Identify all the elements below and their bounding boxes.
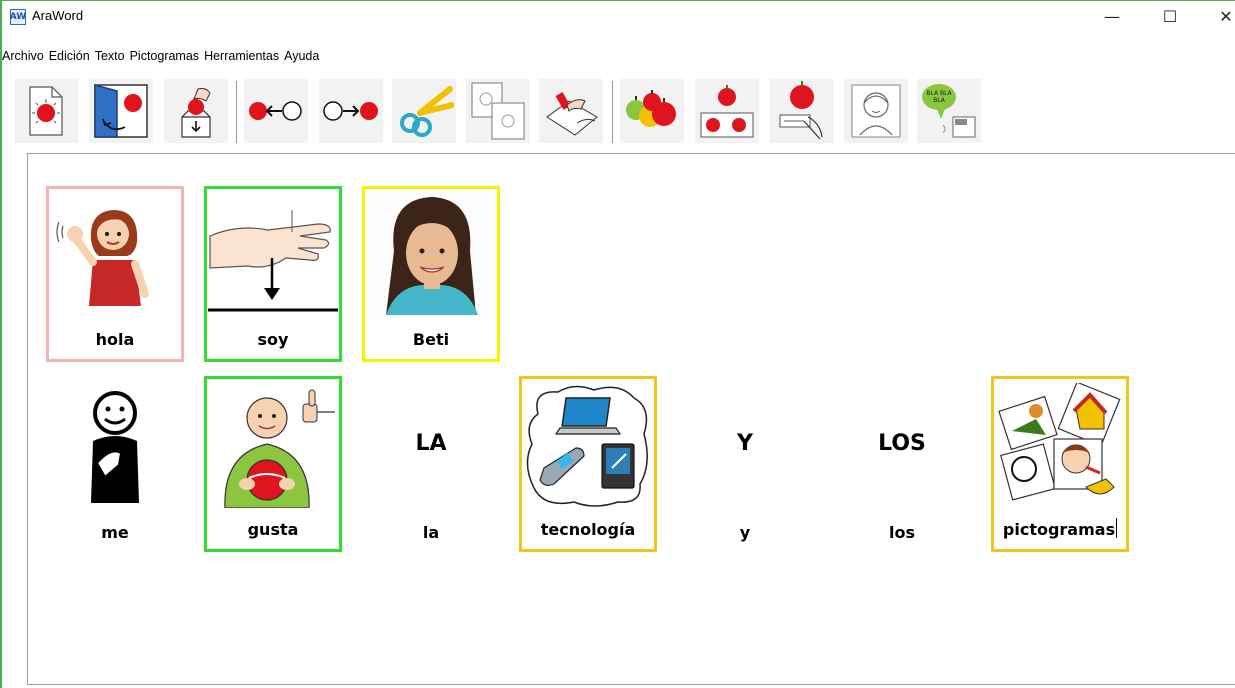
pictogram-word: hola — [95, 330, 135, 349]
hand-pointing-down-icon — [208, 210, 338, 312]
menu-archivo[interactable]: Archivo — [2, 49, 44, 69]
paste-button[interactable] — [539, 79, 603, 143]
cut-button[interactable] — [392, 79, 456, 143]
pictogram-card[interactable]: gusta — [204, 376, 342, 552]
pictogram-word: pictogramas — [994, 518, 1126, 539]
add-own-image-button[interactable] — [844, 79, 908, 143]
woman-photo-icon — [366, 191, 496, 321]
text-to-speech-button[interactable]: BLA BLA BLA — [917, 79, 981, 143]
new-document-button[interactable] — [14, 79, 78, 143]
pictogram-settings-button[interactable] — [695, 79, 759, 143]
pictogram-text: Y — [737, 430, 753, 456]
cut-icon — [400, 86, 454, 137]
pictogram-word: tecnología — [540, 520, 636, 539]
pictogram-text: LOS — [878, 430, 926, 456]
copy-button[interactable] — [466, 79, 530, 143]
pictogram-word: soy — [257, 330, 289, 349]
pictogram-card[interactable]: LOS los — [833, 376, 971, 552]
move-right-button[interactable] — [319, 79, 383, 143]
pictogram-word: me — [101, 523, 129, 542]
save-document-icon — [181, 88, 211, 138]
technology-devices-icon — [526, 385, 648, 507]
title-bar: AW AraWord — ☐ ✕ — [2, 1, 1235, 31]
toolbar-separator — [612, 81, 613, 143]
menu-ayuda[interactable]: Ayuda — [284, 49, 319, 69]
pictogram-word: y — [739, 523, 751, 542]
pictograms-collage-icon — [998, 383, 1121, 501]
save-document-button[interactable] — [164, 79, 228, 143]
move-left-icon — [249, 101, 302, 121]
change-pictogram-icon — [626, 90, 676, 127]
move-right-icon — [323, 101, 378, 121]
menu-bar: Archivo Edición Texto Pictogramas Herram… — [2, 49, 324, 69]
edit-pictogram-button[interactable] — [770, 79, 834, 143]
copy-icon — [471, 82, 525, 140]
svg-text:BLA BLA: BLA BLA — [926, 90, 952, 97]
minimize-button[interactable]: — — [1092, 3, 1132, 29]
open-document-icon — [94, 84, 148, 138]
maximize-button[interactable]: ☐ — [1150, 3, 1190, 29]
open-document-button[interactable] — [89, 79, 153, 143]
pictogram-settings-icon — [700, 85, 754, 138]
girl-waving-icon — [56, 210, 149, 306]
close-button[interactable]: ✕ — [1206, 3, 1235, 29]
app-icon: AW — [10, 9, 26, 25]
edit-pictogram-icon — [779, 81, 823, 140]
pictogram-word: Beti — [412, 330, 450, 349]
change-pictogram-button[interactable] — [620, 79, 684, 143]
document-area[interactable]: hola soy Beti me gusta LA la tecnología … — [27, 153, 1235, 685]
pictogram-card[interactable]: Y y — [676, 376, 814, 552]
svg-text:BLA: BLA — [933, 97, 946, 104]
menu-edicion[interactable]: Edición — [49, 49, 90, 69]
toolbar-separator — [236, 81, 237, 143]
add-own-image-icon — [851, 84, 901, 138]
paste-icon — [546, 92, 598, 136]
pictogram-card[interactable]: soy — [204, 186, 342, 362]
pictogram-card[interactable]: LA la — [362, 376, 500, 552]
new-document-icon — [29, 86, 63, 136]
text-to-speech-icon: BLA BLA BLA — [922, 84, 976, 138]
menu-pictogramas[interactable]: Pictogramas — [130, 49, 199, 69]
pictogram-card[interactable]: pictogramas — [991, 376, 1129, 552]
self-pointing-person-icon — [91, 391, 139, 503]
pictogram-card[interactable]: Beti — [362, 186, 500, 362]
pictogram-word: los — [889, 523, 915, 542]
window-title: AraWord — [32, 8, 84, 23]
text-caret — [1116, 518, 1118, 538]
pictogram-word: gusta — [247, 520, 299, 539]
app-window: AW AraWord — ☐ ✕ Archivo Edición Texto P… — [0, 0, 1235, 688]
pictogram-card[interactable]: tecnología — [519, 376, 657, 552]
pictogram-card[interactable]: hola — [46, 186, 184, 362]
menu-herramientas[interactable]: Herramientas — [204, 49, 279, 69]
toolbar: BLA BLA BLA — [14, 79, 1224, 145]
pictogram-word-text: pictogramas — [1002, 520, 1116, 539]
pictogram-card[interactable]: me — [46, 376, 184, 552]
boy-likes-ball-icon — [224, 389, 335, 508]
pictogram-text: LA — [415, 430, 447, 456]
menu-texto[interactable]: Texto — [95, 49, 125, 69]
move-left-button[interactable] — [244, 79, 308, 143]
pictogram-word: la — [422, 523, 440, 542]
